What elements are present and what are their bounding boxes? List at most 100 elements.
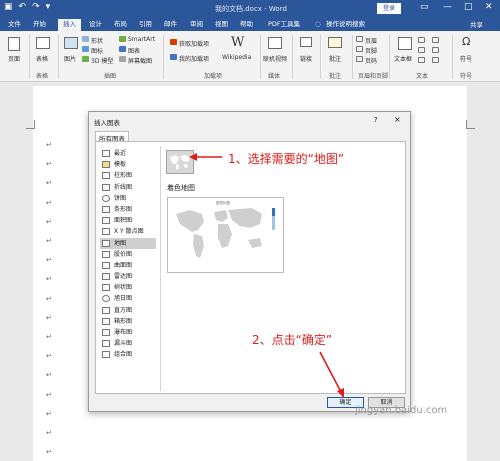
page-button-label[interactable]: 页面 [8,54,20,63]
tab-insert[interactable]: 插入 [58,19,81,31]
chart-icon[interactable] [119,46,126,52]
shapes-label[interactable]: 形状 [91,36,103,45]
online-video-icon[interactable] [268,37,282,49]
chart-type-radar[interactable]: 雷达图 [100,271,156,282]
smartart-label[interactable]: SmartArt [128,36,155,43]
page-icon[interactable] [8,37,20,51]
tab-home[interactable]: 开始 [33,19,46,31]
table-button-label[interactable]: 表格 [36,54,48,63]
close-window-icon[interactable]: ✕ [485,2,493,12]
comment-label[interactable]: 批注 [329,54,341,63]
chart-preview[interactable]: 图表标题 [167,197,284,273]
dropcap-icon[interactable] [418,57,425,63]
ribbon-display-icon[interactable]: ▭ [420,2,429,12]
chart-type-column[interactable]: 柱形图 [100,170,156,181]
maximize-icon[interactable]: □ [464,2,473,12]
wikipedia-label[interactable]: Wikipedia [222,54,251,61]
save-icon[interactable]: ▣ [4,2,13,12]
minimize-icon[interactable]: — [443,2,452,12]
chart-type-treemap[interactable]: 树状图 [100,282,156,293]
screenshot-label[interactable]: 屏幕截图 [128,56,152,65]
scatter-chart-icon [102,228,110,236]
paragraph-mark: ↵ [46,237,52,245]
online-video-label[interactable]: 联机视频 [263,54,287,63]
my-addins-icon[interactable] [170,54,177,60]
get-addins-label[interactable]: 获取加载项 [179,39,209,48]
footer-label[interactable]: 页脚 [365,46,377,55]
chart-type-stock[interactable]: 股价图 [100,249,156,260]
chart-type-label: 旭日图 [114,295,133,303]
undo-icon[interactable]: ↶ [19,2,27,12]
3d-model-icon[interactable] [82,56,89,62]
login-button[interactable]: 登录 [377,3,401,14]
chart-type-boxwhisker[interactable]: 箱形图 [100,316,156,327]
wikipedia-icon[interactable]: W [231,35,244,50]
tab-pdf-tools[interactable]: PDF工具集 [268,19,300,31]
crop-mark-right [466,120,475,129]
group-header-footer-label: 页眉和页脚 [358,73,389,80]
paragraph-mark: ↵ [46,141,52,149]
tab-design[interactable]: 设计 [89,19,102,31]
signature-line-icon[interactable] [432,37,439,43]
link-label[interactable]: 链接 [300,54,312,63]
picture-button-label[interactable]: 图片 [64,54,76,63]
chart-type-surface[interactable]: 曲面图 [100,260,156,271]
smartart-icon[interactable] [119,36,126,42]
tab-view[interactable]: 视图 [215,19,228,31]
chart-type-pie[interactable]: 饼图 [100,193,156,204]
link-icon[interactable] [300,37,312,47]
share-button[interactable]: 共享 [470,19,483,29]
chart-type-combo[interactable]: 组合图 [100,349,156,360]
picture-icon[interactable] [64,37,78,49]
chart-type-histogram[interactable]: 直方图 [100,305,156,316]
chart-type-map[interactable]: 地图 [100,237,156,249]
tab-help[interactable]: 帮助 [240,19,253,31]
chart-type-scatter[interactable]: X Y 散点图 [100,226,156,237]
page-number-label[interactable]: 页码 [365,56,377,65]
shapes-icon[interactable] [82,36,89,42]
filled-map-subtype-button[interactable] [166,150,194,174]
table-icon[interactable] [36,37,50,49]
textbox-icon[interactable] [398,37,412,50]
footer-icon[interactable] [356,46,363,52]
header-icon[interactable] [356,36,363,42]
chart-type-line[interactable]: 折线图 [100,182,156,193]
chart-type-recent[interactable]: 最近 [100,148,156,159]
textbox-label[interactable]: 文本框 [394,54,412,63]
chart-label[interactable]: 图表 [128,46,140,55]
box-whisker-chart-icon [102,317,110,325]
chart-type-bar[interactable]: 条形图 [100,204,156,215]
icons-label[interactable]: 图标 [91,46,103,55]
step1-annotation: 1、选择需要的“地图” [228,152,345,166]
my-addins-label[interactable]: 我的加载项 [179,54,209,63]
paragraph-mark: ↵ [46,294,52,303]
customize-qat-icon[interactable]: ▾ [46,2,51,12]
chart-type-template[interactable]: 模板 [100,159,156,170]
chart-type-funnel[interactable]: 漏斗图 [100,338,156,349]
tab-review[interactable]: 审阅 [190,19,203,31]
tab-file[interactable]: 文件 [8,19,21,31]
chart-type-sunburst[interactable]: 旭日图 [100,293,156,304]
redo-icon[interactable]: ↷ [32,2,40,12]
symbol-label[interactable]: 符号 [460,54,472,63]
chart-type-waterfall[interactable]: 瀑布图 [100,327,156,338]
tab-mailings[interactable]: 邮件 [164,19,177,31]
close-dialog-button[interactable]: × [394,115,401,124]
omega-icon[interactable]: Ω [462,35,470,48]
icons-icon[interactable] [82,46,89,52]
object-icon[interactable] [432,57,439,63]
help-button[interactable]: ? [374,116,378,124]
tab-references[interactable]: 引用 [139,19,152,31]
tab-layout[interactable]: 布局 [114,19,127,31]
wordart-icon[interactable] [418,47,425,53]
chart-type-area[interactable]: 面积图 [100,215,156,226]
date-time-icon[interactable] [432,47,439,53]
header-label[interactable]: 页眉 [365,36,377,45]
tell-me-search[interactable]: 操作说明搜索 [326,19,365,31]
screenshot-icon[interactable] [119,56,126,62]
comment-icon[interactable] [328,37,342,48]
page-number-icon[interactable] [356,56,363,62]
store-icon[interactable] [170,39,177,45]
3d-model-label[interactable]: 3D 模型 [91,56,113,65]
quick-parts-icon[interactable] [418,37,425,43]
